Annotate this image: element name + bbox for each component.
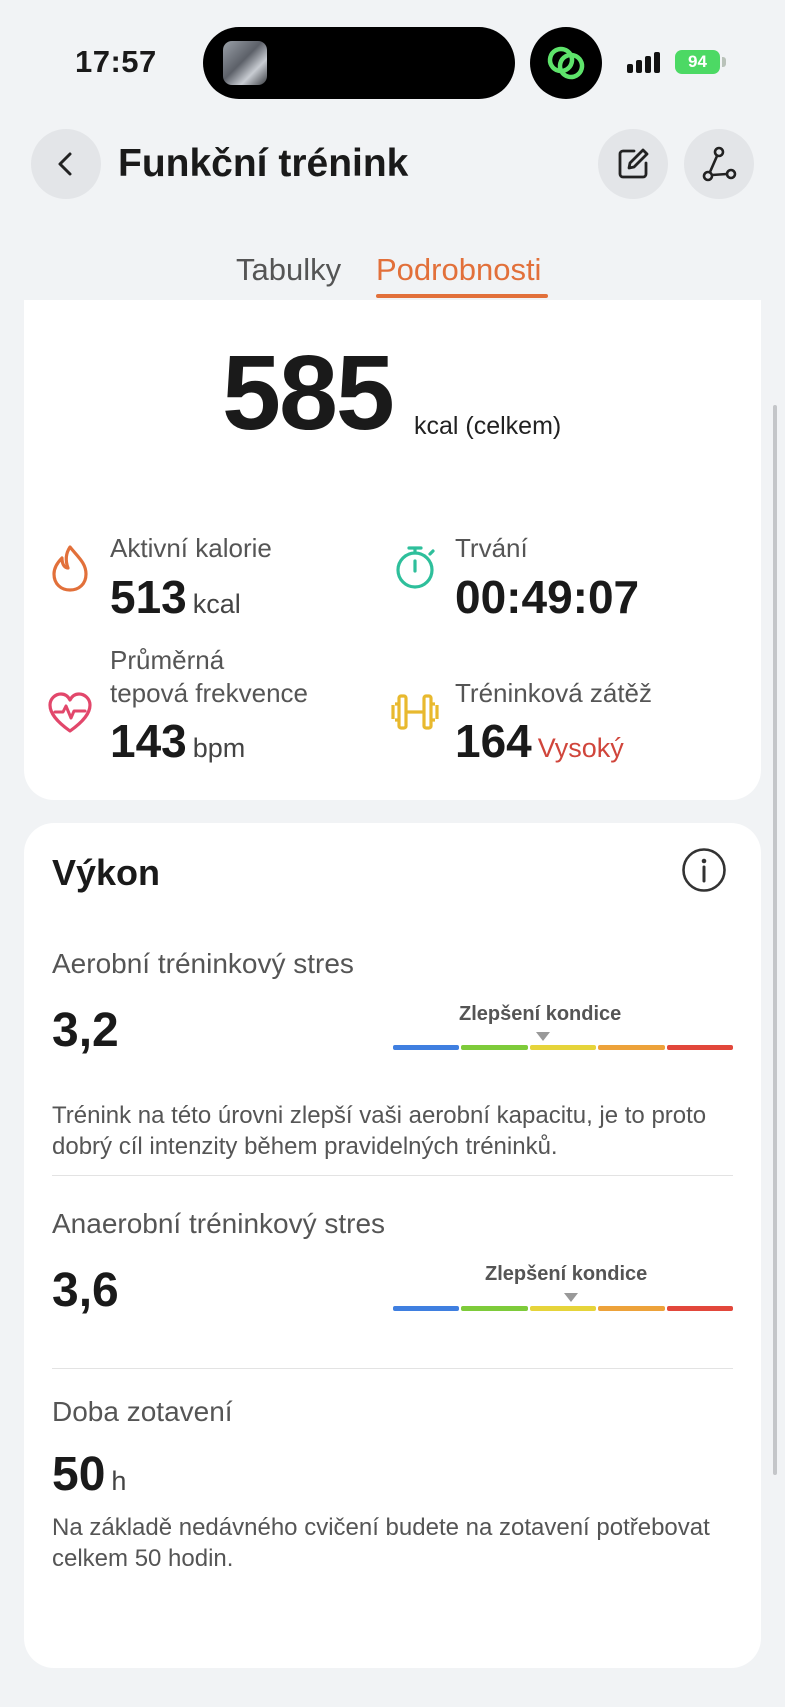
stopwatch-icon: [393, 543, 437, 596]
dumbbell-icon: [391, 690, 439, 739]
back-button[interactable]: [31, 129, 101, 199]
active-calories-label: Aktivní kalorie: [110, 533, 272, 563]
divider: [52, 1175, 733, 1176]
info-button[interactable]: [681, 847, 727, 898]
divider: [52, 1368, 733, 1369]
training-load-value-group: 164 Vysoký: [455, 718, 624, 764]
active-calories-value: 513: [110, 571, 187, 623]
aerobic-scale-label: Zlepšení kondice: [459, 1003, 622, 1025]
aerobic-stress-label: Aerobní tréninkový stres: [52, 948, 354, 979]
duration-label: Trvání: [455, 533, 528, 563]
tab-tabulky[interactable]: Tabulky: [236, 252, 341, 288]
status-time: 17:57: [75, 44, 157, 79]
battery-icon: 94: [675, 50, 720, 74]
active-calories-unit: kcal: [192, 589, 241, 619]
signal-icon: [627, 52, 663, 73]
aerobic-scale-marker: [536, 1032, 550, 1041]
heart-rate-unit: bpm: [192, 733, 246, 763]
heart-rate-value: 143: [110, 715, 187, 767]
anaerobic-scale-marker: [564, 1293, 578, 1302]
anaerobic-scale-bar: [393, 1306, 734, 1311]
heart-rate-label-line1: Průměrná: [110, 645, 225, 675]
recovery-time-unit: h: [111, 1466, 127, 1496]
aerobic-description: Trénink na této úrovni zlepší vaši aerob…: [52, 1102, 707, 1160]
recovery-description: Na základě nedávného cvičení budete na z…: [52, 1514, 710, 1572]
heart-rate-value-group: 143 bpm: [110, 718, 245, 764]
training-load-level: Vysoký: [537, 733, 624, 763]
media-thumbnail: [223, 41, 267, 85]
dynamic-island: [203, 27, 515, 99]
recovery-time-value-group: 50 h: [52, 1451, 126, 1499]
total-calories-value: 585: [222, 334, 395, 452]
info-icon: [682, 848, 726, 892]
route-icon: [702, 146, 737, 182]
anaerobic-stress-label: Anaerobní tréninkový stres: [52, 1208, 386, 1239]
training-load-value: 164: [455, 715, 532, 767]
back-icon: [58, 152, 72, 176]
heart-rate-icon: [46, 691, 94, 740]
flame-icon: [48, 543, 92, 598]
anaerobic-stress-value: 3,6: [52, 1264, 119, 1317]
active-tab-indicator: [376, 294, 548, 298]
total-calories-unit: kcal (celkem): [414, 412, 562, 440]
edit-icon: [618, 148, 649, 179]
training-load-label: Tréninková zátěž: [455, 678, 653, 708]
page-title: Funkční trénink: [118, 142, 409, 185]
battery-nub: [722, 57, 726, 67]
recovery-time-label: Doba zotavení: [52, 1396, 233, 1427]
recovery-time-value: 50: [52, 1448, 106, 1501]
app-activity-icon: [530, 27, 602, 99]
active-calories-value-group: 513 kcal: [110, 574, 241, 620]
duration-value: 00:49:07: [455, 571, 640, 623]
anaerobic-scale-label: Zlepšení kondice: [485, 1263, 648, 1285]
scrollbar[interactable]: [773, 405, 777, 1475]
route-button[interactable]: [684, 129, 754, 199]
tab-podrobnosti[interactable]: Podrobnosti: [376, 252, 541, 288]
heart-rate-label-line2: tepová frekvence: [110, 678, 309, 708]
heart-rate-label: Průměrná tepová frekvence: [110, 644, 308, 710]
aerobic-scale-bar: [393, 1045, 734, 1050]
performance-title: Výkon: [52, 852, 161, 893]
aerobic-stress-value: 3,2: [52, 1004, 119, 1057]
edit-button[interactable]: [598, 129, 668, 199]
